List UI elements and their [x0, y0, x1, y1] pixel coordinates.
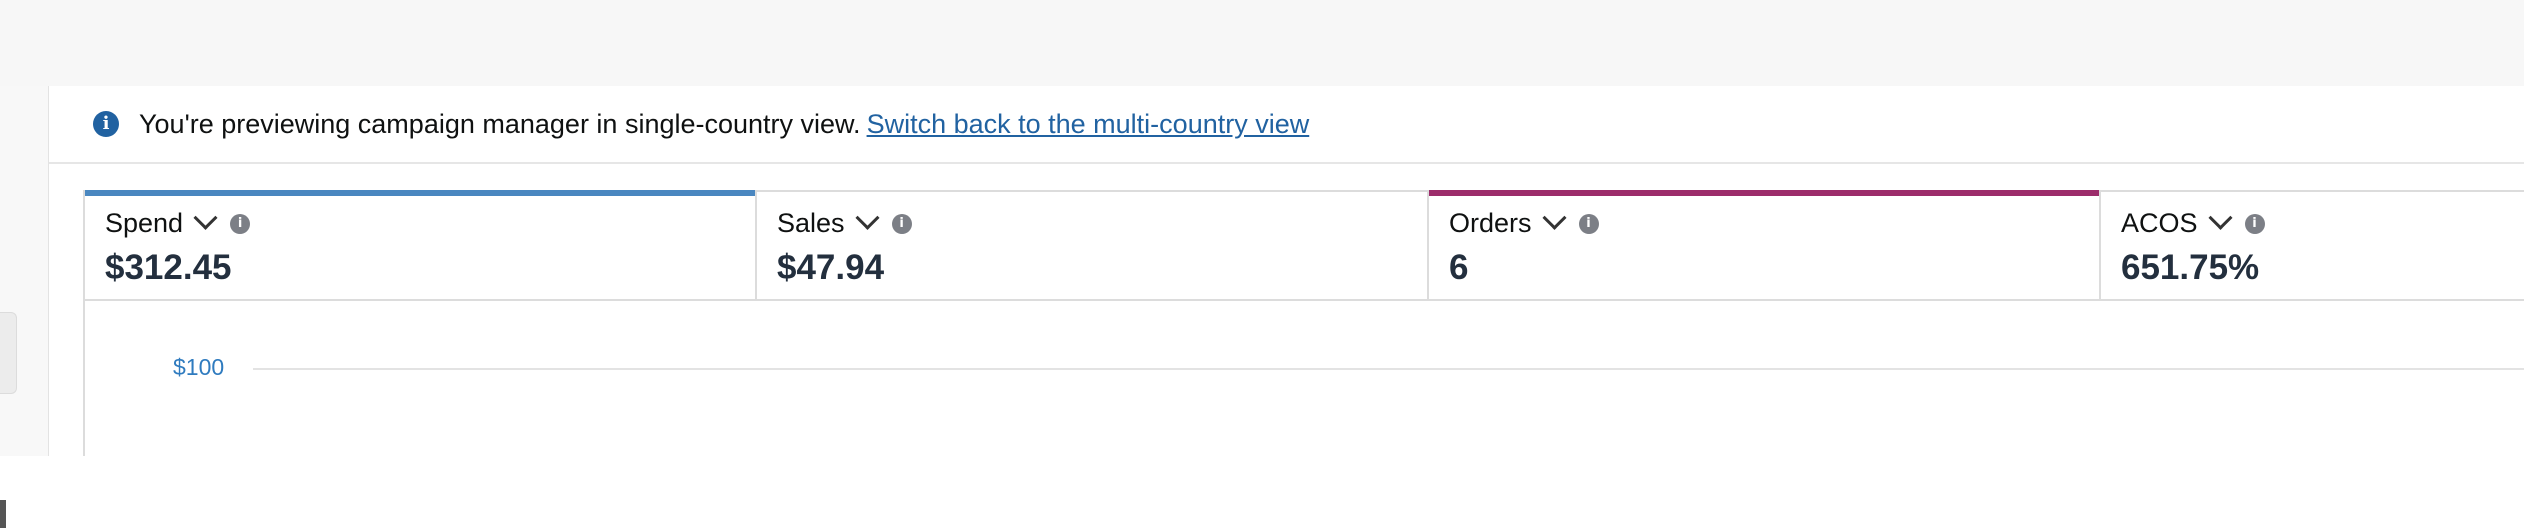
metric-value: $47.94: [777, 248, 885, 287]
chevron-down-icon[interactable]: [193, 205, 218, 230]
metric-header: Sales i: [777, 205, 912, 239]
sidebar-scroll-indicator: [0, 500, 6, 528]
metric-header: ACOS i: [2121, 205, 2265, 239]
help-icon[interactable]: i: [891, 213, 912, 234]
metric-label: Orders: [1449, 208, 1532, 238]
chart-gridline: [253, 368, 2524, 370]
metric-card-sales[interactable]: Sales i $47.94: [757, 192, 1429, 299]
metric-card-acos[interactable]: ACOS i 651.75%: [2101, 192, 2524, 299]
metric-value: 6: [1449, 248, 1469, 287]
metric-label: Sales: [777, 208, 845, 238]
metric-label: Spend: [105, 208, 184, 238]
single-country-banner: i You're previewing campaign manager in …: [49, 86, 2524, 164]
chevron-down-icon[interactable]: [2208, 205, 2233, 230]
metric-value: $312.45: [105, 248, 232, 287]
left-sidebar-rail: [0, 86, 49, 528]
main-content: i You're previewing campaign manager in …: [49, 86, 2524, 456]
y-axis-tick-label: $100: [173, 354, 225, 380]
metric-value: 651.75%: [2121, 248, 2260, 287]
metric-card-orders[interactable]: Orders i 6: [1429, 190, 2101, 299]
switch-multi-country-link[interactable]: Switch back to the multi-country view: [867, 109, 1310, 140]
chevron-down-icon[interactable]: [1542, 205, 1567, 230]
help-icon[interactable]: i: [230, 213, 251, 234]
top-header-band: [0, 0, 2524, 86]
metric-card-spend[interactable]: Spend i $312.45: [85, 190, 757, 299]
help-icon[interactable]: i: [2244, 213, 2265, 234]
sidebar-toggle-button[interactable]: [0, 312, 17, 394]
metric-label: ACOS: [2121, 208, 2198, 238]
metric-selector-row: Spend i $312.45 Sales i $47.94 Orders i …: [83, 190, 2524, 301]
info-icon: i: [93, 111, 119, 137]
metric-header: Orders i: [1449, 205, 1599, 239]
metric-accent-bar: [85, 190, 755, 196]
banner-message: You're previewing campaign manager in si…: [139, 108, 861, 139]
performance-chart: $100: [83, 299, 2524, 456]
metric-accent-bar: [1429, 190, 2099, 196]
help-icon[interactable]: i: [1578, 213, 1599, 234]
chevron-down-icon[interactable]: [855, 205, 880, 230]
metric-header: Spend i: [105, 205, 251, 239]
